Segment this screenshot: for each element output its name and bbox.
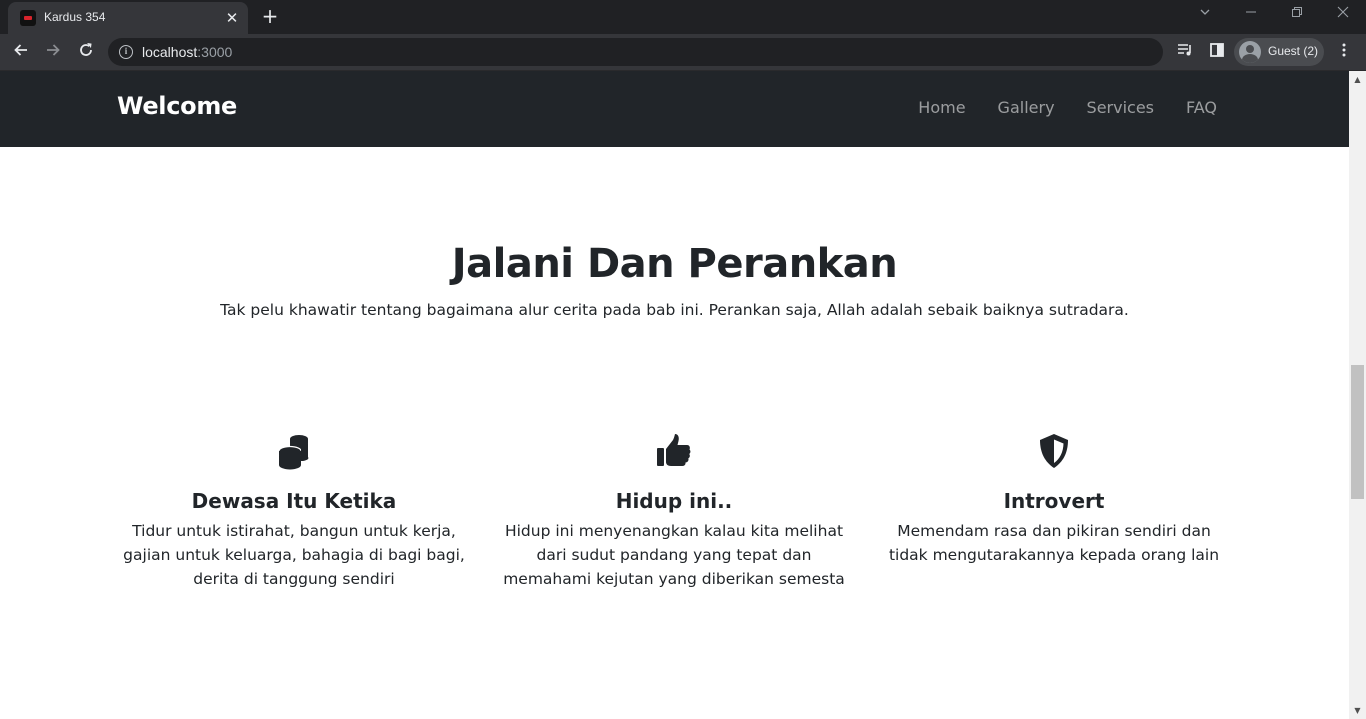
forward-icon[interactable] <box>40 40 66 66</box>
address-bar[interactable]: i localhost:3000 <box>108 38 1163 66</box>
reload-icon[interactable] <box>73 40 99 66</box>
url-port: :3000 <box>197 44 233 60</box>
back-icon[interactable] <box>8 40 34 66</box>
tab-title: Kardus 354 <box>44 10 106 24</box>
url-text: localhost:3000 <box>142 44 232 60</box>
brand-logo[interactable]: Welcome <box>117 92 237 120</box>
hero-title: Jalani Dan Perankan <box>451 241 898 287</box>
tab-strip: Kardus 354 ✕ + <box>0 0 1366 34</box>
restore-icon[interactable] <box>1285 4 1309 28</box>
feature-card: Dewasa Itu Ketika Tidur untuk istirahat,… <box>114 431 474 591</box>
hero-subtitle: Tak pelu khawatir tentang bagaimana alur… <box>220 301 1129 319</box>
feature-card: Hidup ini.. Hidup ini menyenangkan kalau… <box>494 431 854 591</box>
site-info-icon[interactable]: i <box>119 45 133 59</box>
scroll-up-icon[interactable]: ▲ <box>1349 71 1366 88</box>
scrollbar-thumb[interactable] <box>1351 365 1364 499</box>
avatar-icon <box>1239 41 1261 63</box>
media-queue-icon[interactable] <box>1172 40 1198 66</box>
nav-link-faq[interactable]: FAQ <box>1186 98 1217 117</box>
tab-search-icon[interactable] <box>1193 4 1217 28</box>
thumbs-up-icon <box>657 434 691 466</box>
close-window-icon[interactable] <box>1331 4 1355 28</box>
browser-tab[interactable]: Kardus 354 ✕ <box>8 2 248 34</box>
feature-text: Hidup ini menyenangkan kalau kita meliha… <box>503 522 845 588</box>
profile-label: Guest (2) <box>1268 44 1319 58</box>
feature-text: Tidur untuk istirahat, bangun untuk kerj… <box>123 522 465 588</box>
url-host: localhost <box>142 44 198 60</box>
site-navbar: Welcome Home Gallery Services FAQ <box>0 71 1349 147</box>
side-panel-icon[interactable] <box>1204 40 1230 66</box>
nav-links: Home Gallery Services FAQ <box>918 98 1217 117</box>
feature-card: Introvert Memendam rasa dan pikiran send… <box>874 431 1234 567</box>
new-tab-button[interactable]: + <box>258 5 282 29</box>
feature-text: Memendam rasa dan pikiran sendiri dan ti… <box>888 522 1220 564</box>
coins-icon <box>278 435 309 470</box>
feature-title: Introvert <box>1003 489 1105 513</box>
menu-kebab-icon[interactable] <box>1331 40 1357 66</box>
feature-title: Hidup ini.. <box>615 489 733 513</box>
profile-button[interactable]: Guest (2) <box>1234 38 1324 66</box>
shield-icon <box>1040 434 1068 468</box>
tab-close-icon[interactable]: ✕ <box>222 8 242 28</box>
page-viewport: Welcome Home Gallery Services FAQ Jalani… <box>0 71 1349 719</box>
scroll-down-icon[interactable]: ▼ <box>1349 702 1366 719</box>
vertical-scrollbar[interactable]: ▲ ▼ <box>1349 71 1366 719</box>
feature-title: Dewasa Itu Ketika <box>191 489 397 513</box>
minimize-icon[interactable] <box>1239 4 1263 28</box>
nav-link-home[interactable]: Home <box>918 98 965 117</box>
browser-toolbar: i localhost:3000 Guest (2) <box>0 34 1366 71</box>
nav-link-services[interactable]: Services <box>1087 98 1154 117</box>
favicon-icon <box>20 10 36 26</box>
nav-link-gallery[interactable]: Gallery <box>998 98 1055 117</box>
